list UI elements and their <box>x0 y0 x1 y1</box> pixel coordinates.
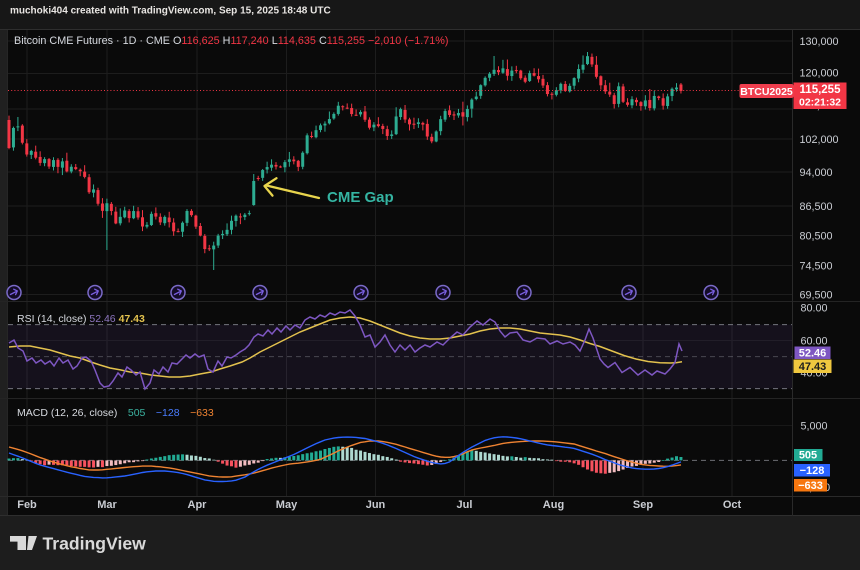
svg-text:120,000: 120,000 <box>800 68 839 80</box>
svg-text:115,255: 115,255 <box>800 84 842 96</box>
svg-text:Bitcoin CME Futures · 1D · CME: Bitcoin CME Futures · 1D · CME O116,625 … <box>14 35 448 47</box>
svg-text:Jun: Jun <box>366 499 386 511</box>
svg-text:60.00: 60.00 <box>801 336 828 348</box>
svg-text:Apr: Apr <box>188 499 208 511</box>
svg-text:47.43: 47.43 <box>799 361 827 373</box>
svg-text:80,500: 80,500 <box>800 231 833 243</box>
svg-text:RSI (14, close) 52.46 47.43: RSI (14, close) 52.46 47.43 <box>17 313 145 325</box>
svg-text:69,500: 69,500 <box>800 290 833 302</box>
svg-text:Sep: Sep <box>633 499 653 511</box>
svg-text:94,000: 94,000 <box>800 167 833 179</box>
svg-text:−633: −633 <box>798 480 823 492</box>
svg-text:Oct: Oct <box>723 499 742 511</box>
svg-text:Aug: Aug <box>543 499 564 511</box>
svg-text:Feb: Feb <box>17 499 37 511</box>
svg-text:80.00: 80.00 <box>801 303 828 315</box>
svg-text:505: 505 <box>799 450 817 462</box>
svg-text:130,000: 130,000 <box>800 36 839 48</box>
svg-text:74,500: 74,500 <box>800 261 833 273</box>
svg-text:86,500: 86,500 <box>800 201 833 213</box>
svg-text:Jul: Jul <box>457 499 473 511</box>
svg-text:5,000: 5,000 <box>801 421 828 433</box>
svg-text:−128: −128 <box>800 465 825 477</box>
svg-text:52.46: 52.46 <box>799 348 827 360</box>
svg-text:Mar: Mar <box>97 499 117 511</box>
svg-text:muchoki404 created with Tradin: muchoki404 created with TradingView.com,… <box>10 6 331 17</box>
svg-text:May: May <box>276 499 298 511</box>
svg-text:102,000: 102,000 <box>800 134 839 146</box>
svg-text:MACD (12, 26, close) 505 −128: MACD (12, 26, close) 505 −128 −633 <box>17 407 214 419</box>
svg-text:BTCU2025: BTCU2025 <box>740 86 793 98</box>
svg-text:TradingView: TradingView <box>43 534 147 554</box>
svg-text:CME Gap: CME Gap <box>327 189 394 206</box>
svg-text:02:21:32: 02:21:32 <box>799 97 841 109</box>
